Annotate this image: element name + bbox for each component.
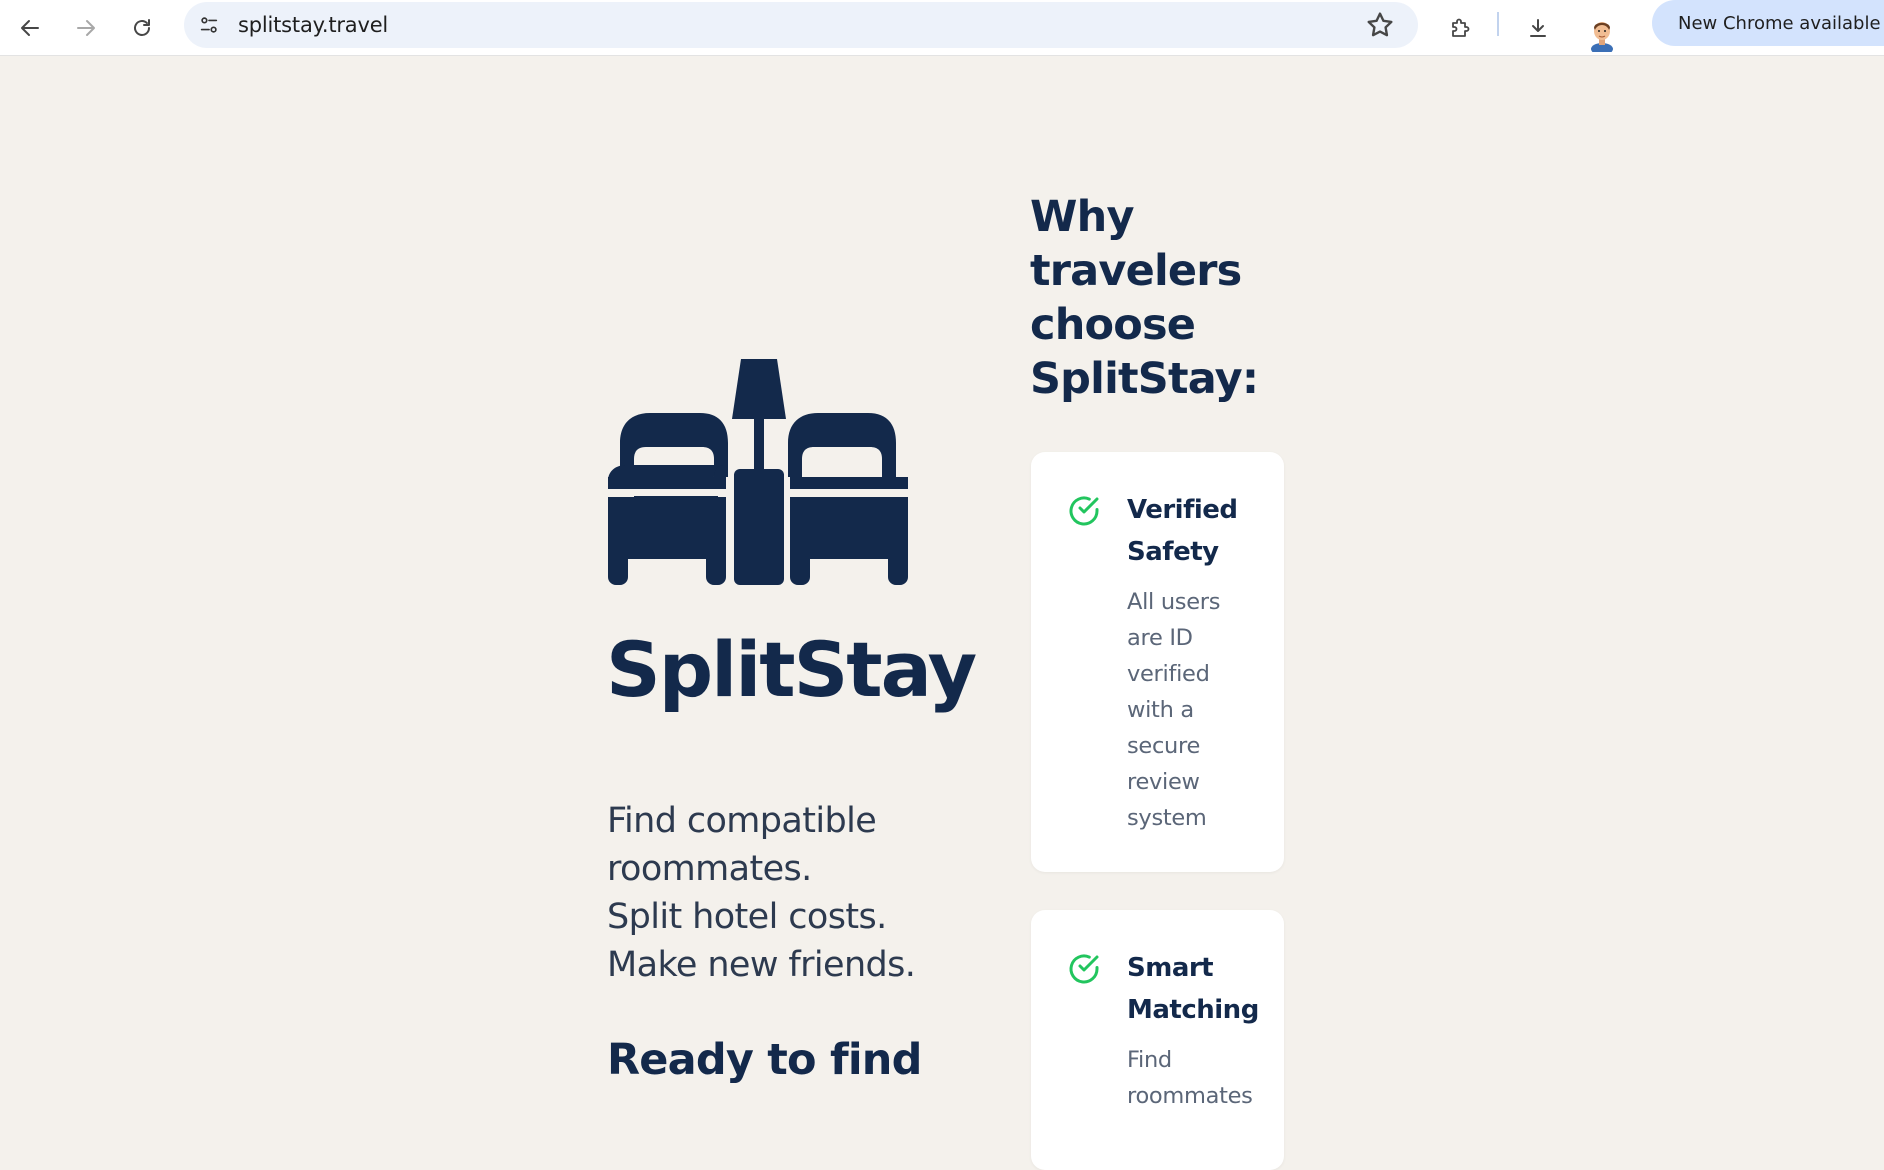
feature-card-smart-matching: Smart Matching Find roommates (1031, 910, 1284, 1170)
browser-toolbar: splitstay.travel New Chrome available (0, 0, 1884, 56)
star-icon (1367, 12, 1393, 37)
title-line: Verified (1127, 495, 1238, 525)
desc-line: system (1127, 805, 1207, 831)
desc-line: are ID (1127, 625, 1193, 651)
back-button[interactable] (8, 6, 52, 50)
desc-line: roommates (1127, 1083, 1253, 1109)
tagline-line: Split hotel costs. (607, 897, 887, 937)
chrome-update-button[interactable]: New Chrome available (1652, 0, 1884, 46)
tagline-line: roommates. (607, 849, 812, 889)
title-line: Smart (1127, 953, 1214, 983)
toolbar-divider (1497, 12, 1499, 36)
heading-line: Why (1030, 192, 1134, 242)
check-circle-icon (1069, 496, 1099, 526)
hero-tagline: Find compatible roommates. Split hotel c… (607, 797, 937, 989)
cta-heading: Ready to find (607, 1035, 922, 1085)
feature-card-verified-safety: Verified Safety All users are ID verifie… (1031, 452, 1284, 872)
site-settings-icon (200, 17, 218, 33)
desc-line: with a (1127, 697, 1194, 723)
brand-name: SplitStay (606, 625, 977, 714)
desc-line: All users (1127, 589, 1221, 615)
downloads-button[interactable] (1516, 6, 1560, 50)
feature-title: Verified Safety (1127, 489, 1277, 573)
chrome-update-label: New Chrome available (1678, 12, 1881, 34)
site-info-button[interactable] (192, 8, 226, 42)
forward-button[interactable] (64, 6, 108, 50)
title-line: Matching (1127, 995, 1259, 1025)
heading-line: choose (1030, 300, 1196, 350)
check-circle-icon (1069, 954, 1099, 984)
download-icon (1530, 19, 1546, 37)
title-line: Safety (1127, 537, 1219, 567)
reload-button[interactable] (120, 6, 164, 50)
extensions-button[interactable] (1438, 6, 1482, 50)
bookmark-star-button[interactable] (1364, 9, 1396, 41)
back-arrow-icon (21, 20, 39, 36)
beds-lamp-logo (608, 359, 908, 585)
reload-icon (134, 19, 150, 36)
puzzle-icon (1452, 18, 1470, 37)
page-content: SplitStay Find compatible roommates. Spl… (0, 57, 1884, 1170)
url-text[interactable]: splitstay.travel (238, 13, 388, 37)
heading-line: SplitStay: (1030, 354, 1259, 404)
desc-line: verified (1127, 661, 1210, 687)
desc-line: secure (1127, 733, 1200, 759)
feature-description: All users are ID verified with a secure … (1127, 584, 1237, 836)
address-bar[interactable]: splitstay.travel (184, 2, 1418, 48)
feature-description: Find roommates (1127, 1042, 1253, 1114)
tagline-line: Find compatible (607, 801, 877, 841)
heading-line: travelers (1030, 246, 1242, 296)
profile-avatar[interactable] (1584, 16, 1620, 55)
tagline-line: Make new friends. (607, 945, 916, 985)
feature-title: Smart Matching (1127, 947, 1277, 1031)
forward-arrow-icon (77, 20, 95, 36)
desc-line: review (1127, 769, 1200, 795)
features-heading: Why travelers choose SplitStay: (1030, 190, 1290, 406)
desc-line: Find (1127, 1047, 1172, 1073)
